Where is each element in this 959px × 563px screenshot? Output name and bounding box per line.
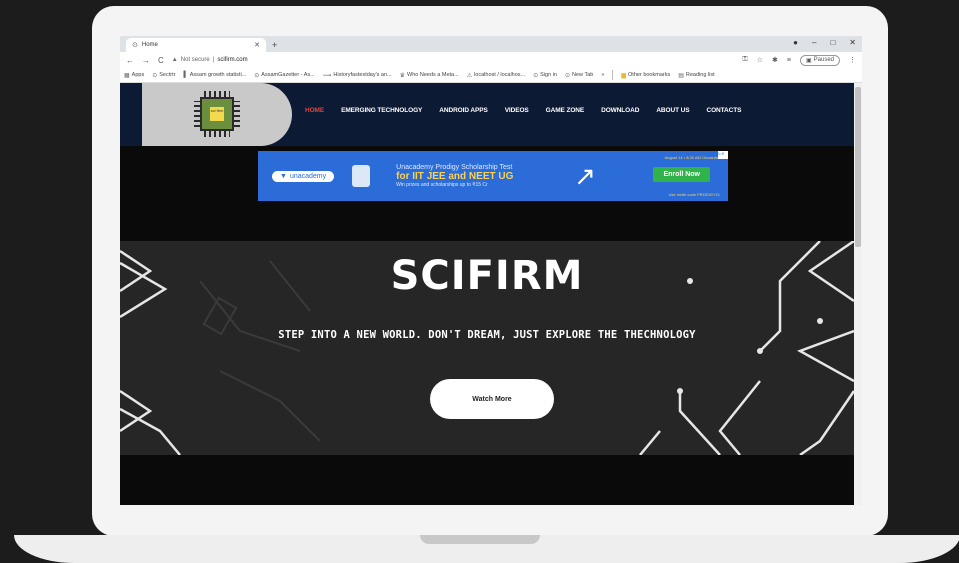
menu-item-home[interactable]: HOME bbox=[305, 107, 324, 114]
ad-text: Unacademy Prodigy Scholarship Test for I… bbox=[396, 164, 514, 188]
reading-list-icon: ▤ bbox=[678, 72, 684, 79]
link-icon: ⟿ bbox=[322, 72, 332, 79]
profile-paused-button[interactable]: ▣ Paused bbox=[799, 54, 840, 66]
apps-grid-icon: ▦ bbox=[124, 72, 130, 79]
globe-icon: ⊙ bbox=[152, 72, 158, 79]
adchoices-icon[interactable]: ▷✕ bbox=[718, 151, 728, 159]
menu-item-videos[interactable]: VIDEOS bbox=[505, 107, 529, 114]
other-bookmarks[interactable]: ▆ Other bookmarks bbox=[621, 72, 670, 79]
globe-icon: ⊙ bbox=[565, 72, 571, 79]
bookmark-item[interactable]: ⚠ localhost / localhos... bbox=[467, 72, 525, 79]
menu-item-game-zone[interactable]: GAME ZONE bbox=[546, 107, 585, 114]
watch-more-button[interactable]: Watch More bbox=[430, 379, 554, 419]
tab-title: Home bbox=[141, 42, 158, 48]
bookmark-item[interactable]: ⊙ Sectrtr bbox=[152, 72, 175, 79]
browser-tab[interactable]: ⊙ Home ✕ bbox=[126, 38, 266, 52]
bookmark-item[interactable]: ▌ Assam growth statisti... bbox=[183, 72, 246, 78]
site-navbar: sci firm HOME EMERGING TECHNOLOGY ANDROI… bbox=[120, 83, 854, 146]
db-icon: ⚠ bbox=[466, 72, 473, 79]
unacademy-icon: ▼ bbox=[280, 172, 287, 180]
bookmark-item[interactable]: ⊙ AssamGazetter - As... bbox=[254, 72, 315, 79]
star-icon[interactable]: ☆ bbox=[757, 56, 763, 64]
hat-icon: ♛ bbox=[399, 72, 406, 79]
menu-item-download[interactable]: DOWNLOAD bbox=[601, 107, 639, 114]
laptop-notch bbox=[420, 535, 540, 544]
warning-icon: ▲ bbox=[171, 57, 178, 63]
web-page: sci firm HOME EMERGING TECHNOLOGY ANDROI… bbox=[120, 83, 862, 505]
bookmark-item[interactable]: ⊙ Sign in bbox=[533, 72, 557, 79]
window-controls: ● – □ ✕ bbox=[793, 38, 856, 47]
back-button[interactable]: ← bbox=[126, 56, 134, 65]
scrollbar[interactable] bbox=[854, 83, 862, 505]
bookmark-icon: ▌ bbox=[183, 72, 188, 78]
arrow-icon: ↗ bbox=[574, 160, 596, 191]
folder-icon: ▆ bbox=[621, 72, 627, 79]
hero-section: SCIFIRM STEP INTO A NEW WORLD. DON'T DRE… bbox=[120, 241, 854, 455]
bookmark-apps[interactable]: ▦ Apps bbox=[124, 72, 144, 79]
reading-list[interactable]: ▤ Reading list bbox=[678, 72, 714, 79]
close-window-button[interactable]: ✕ bbox=[849, 38, 856, 47]
close-tab-icon[interactable]: ✕ bbox=[254, 41, 260, 49]
main-menu: HOME EMERGING TECHNOLOGY ANDROID APPS VI… bbox=[305, 107, 741, 114]
ad-banner[interactable]: ▼ unacademy Unacademy Prodigy Scholarship… bbox=[258, 151, 728, 201]
globe-icon: ⊙ bbox=[254, 72, 260, 79]
hero-title: SCIFIRM bbox=[390, 253, 584, 299]
reading-list-icon[interactable]: ≡ bbox=[787, 57, 791, 64]
presentation-stage: n e y ⊙ Home ✕ + ● – □ ✕ ← → C ▲ No bbox=[0, 0, 959, 563]
url-field[interactable]: ▲ Not secure | scifirm.com bbox=[172, 57, 735, 63]
globe-icon: ⊙ bbox=[132, 42, 138, 49]
forward-button[interactable]: → bbox=[142, 56, 150, 65]
bookmark-item[interactable]: ♛ Who Needs a Meta... bbox=[400, 72, 459, 79]
page-footer-strip bbox=[120, 455, 854, 505]
site-logo[interactable]: sci firm bbox=[142, 83, 292, 146]
globe-icon: ⊙ bbox=[533, 72, 539, 79]
hero-subtitle: STEP INTO A NEW WORLD. DON'T DREAM, JUST… bbox=[278, 329, 696, 341]
reload-button[interactable]: C bbox=[158, 56, 164, 65]
laptop-screen: ⊙ Home ✕ + ● – □ ✕ ← → C ▲ Not secure | … bbox=[120, 36, 862, 505]
menu-icon[interactable]: ⋮ bbox=[849, 56, 856, 64]
key-icon[interactable]: ⚿ bbox=[742, 56, 747, 64]
url-text: scifirm.com bbox=[217, 57, 248, 63]
menu-item-about-us[interactable]: ABOUT US bbox=[656, 107, 689, 114]
ad-brand-logo: ▼ unacademy bbox=[272, 170, 335, 182]
chip-logo-icon: sci firm bbox=[194, 91, 240, 137]
minimize-button[interactable]: – bbox=[812, 38, 816, 47]
menu-item-contacts[interactable]: CONTACTS bbox=[706, 107, 741, 114]
logo-text: sci firm bbox=[210, 107, 224, 121]
menu-item-emerging-technology[interactable]: EMERGING TECHNOLOGY bbox=[341, 107, 422, 114]
enroll-now-button[interactable]: Enroll Now bbox=[653, 167, 710, 182]
more-bookmarks-icon[interactable]: » bbox=[601, 72, 604, 78]
profile-circle-icon[interactable]: ● bbox=[793, 38, 798, 47]
menu-item-android-apps[interactable]: ANDROID APPS bbox=[439, 107, 488, 114]
security-label: Not secure bbox=[180, 57, 210, 63]
maximize-button[interactable]: □ bbox=[830, 38, 835, 47]
bookmarks-bar: ▦ Apps ⊙ Sectrtr ▌ Assam growth statisti...… bbox=[120, 68, 862, 83]
address-bar: ← → C ▲ Not secure | scifirm.com ⚿ ☆ ✱ ≡… bbox=[120, 52, 862, 68]
shield-icon bbox=[352, 165, 371, 187]
bookmark-item[interactable]: ⟿ Historyfastestday's an... bbox=[323, 72, 392, 79]
bookmark-item[interactable]: ⊙ New Tab bbox=[565, 72, 593, 79]
tab-bar: ⊙ Home ✕ + ● – □ ✕ bbox=[120, 36, 862, 52]
scroll-thumb[interactable] bbox=[855, 87, 861, 247]
toolbar-icons: ⚿ ☆ ✱ ≡ ▣ Paused ⋮ bbox=[742, 54, 856, 66]
extensions-icon[interactable]: ✱ bbox=[772, 56, 778, 64]
ad-code-note: Use invite code PRODIGY21 bbox=[668, 192, 720, 197]
ad-date-note: August 14 • 8:30 AM Onwards bbox=[664, 155, 718, 160]
new-tab-button[interactable]: + bbox=[272, 40, 277, 50]
avatar-icon: ▣ bbox=[805, 57, 812, 64]
